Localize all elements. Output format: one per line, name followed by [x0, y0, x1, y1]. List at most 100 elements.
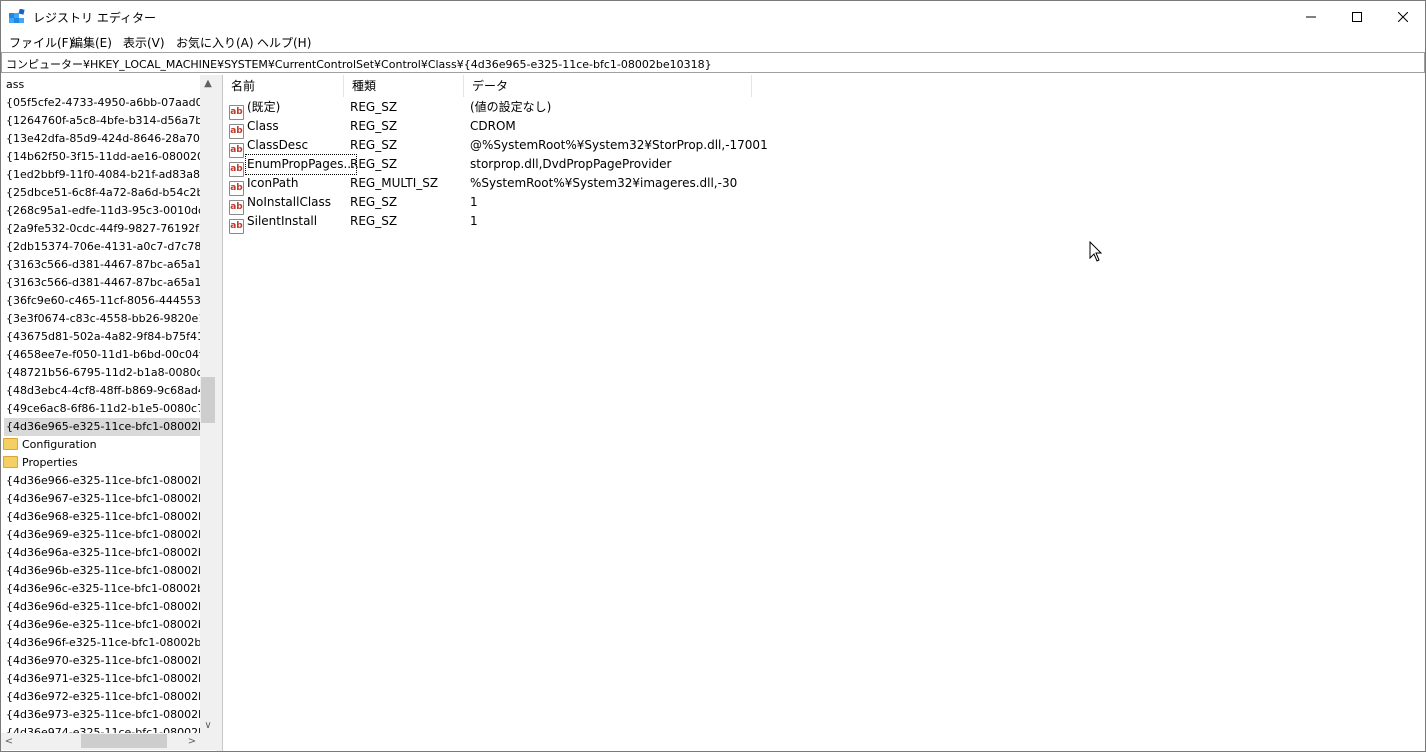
tree-item-label: {49ce6ac8-6f86-11d2-b1e5-0080c72e — [6, 402, 200, 415]
column-header-name[interactable]: 名前 — [223, 75, 344, 97]
tree-item-label: Properties — [22, 456, 78, 469]
menu-favorites[interactable]: お気に入り(A) — [176, 34, 254, 51]
value-row[interactable]: ab EnumPropPages... REG_SZ storprop.dll,Dvd… — [223, 154, 1123, 177]
value-name-cell: ab ClassDesc — [229, 136, 309, 158]
menu-view[interactable]: 表示(V) — [123, 34, 165, 51]
tree-item-key[interactable]: {49ce6ac8-6f86-11d2-b1e5-0080c72e — [1, 400, 200, 418]
column-header-data[interactable]: データ — [464, 75, 752, 97]
value-type: REG_SZ — [350, 195, 398, 209]
tree-item-key[interactable]: {48721b56-6795-11d2-b1a8-0080c72e — [1, 364, 200, 382]
address-path: コンピューター¥HKEY_LOCAL_MACHINE¥SYSTEM¥Curren… — [6, 58, 712, 71]
value-row[interactable]: ab Class REG_SZ CDROM — [223, 117, 1123, 139]
tree-item-key[interactable]: {25dbce51-6c8f-4a72-8a6d-b54c2b4f — [1, 184, 200, 202]
tree-item-key[interactable]: {4d36e974-e325-11ce-bfc1-08002be1 — [1, 724, 200, 733]
menu-help[interactable]: ヘルプ(H) — [257, 34, 311, 51]
tree-item-label: {4d36e971-e325-11ce-bfc1-08002be1 — [6, 672, 200, 685]
tree-item-key[interactable]: {4d36e96c-e325-11ce-bfc1-08002be1 — [1, 580, 200, 598]
key-tree: ass {05f5cfe2-4733-4950-a6bb-07aad01a3 {12… — [1, 75, 200, 733]
tree-item-key[interactable]: {43675d81-502a-4a82-9f84-b75f418c5 — [1, 328, 200, 346]
tree-vertical-scroll-thumb[interactable] — [201, 377, 215, 423]
tree-item-label: {4d36e972-e325-11ce-bfc1-08002be1 — [6, 690, 200, 703]
tree-item-key[interactable]: {4d36e970-e325-11ce-bfc1-08002be1 — [1, 652, 200, 670]
tree-item-key[interactable]: {4d36e973-e325-11ce-bfc1-08002be1 — [1, 706, 200, 724]
tree-item-label: {14b62f50-3f15-11dd-ae16-0800200c9 — [6, 150, 200, 163]
value-name: (既定) — [247, 100, 281, 114]
values-list-pane: 名前 種類 データ ab (既定) REG_SZ (値の設定なし) ab Class REG… — [222, 75, 1425, 751]
value-name: NoInstallClass — [247, 195, 332, 209]
tree-item-key[interactable]: {4d36e96a-e325-11ce-bfc1-08002be1 — [1, 544, 200, 562]
tree-item-label: {05f5cfe2-4733-4950-a6bb-07aad01a3 — [6, 96, 200, 109]
scroll-left-icon[interactable]: < — [1, 733, 17, 750]
column-header-type[interactable]: 種類 — [344, 75, 464, 97]
tree-item-key[interactable]: {2a9fe532-0cdc-44f9-9827-76192f2ca — [1, 220, 200, 238]
tree-item-label: ass — [6, 78, 25, 91]
maximize-icon — [1352, 11, 1362, 22]
tree-item-key[interactable]: {4d36e965-e325-11ce-bfc1-08002be1 — [1, 418, 200, 436]
tree-item-label: {4658ee7e-f050-11d1-b6bd-00c04fa3 — [6, 348, 200, 361]
tree-item-key[interactable]: {1264760f-a5c8-4bfe-b314-d56a7b44 — [1, 112, 200, 130]
tree-item-key[interactable]: {4d36e966-e325-11ce-bfc1-08002be1 — [1, 472, 200, 490]
tree-item-key[interactable]: {36fc9e60-c465-11cf-8056-444553540 — [1, 292, 200, 310]
tree-horizontal-scrollbar[interactable]: < > — [1, 733, 200, 750]
scroll-down-icon[interactable]: ∨ — [200, 717, 216, 733]
tree-item-key[interactable]: {3163c566-d381-4467-87bc-a65a18d5 — [1, 274, 200, 292]
value-name-cell: ab NoInstallClass — [229, 193, 332, 215]
tree-item-key[interactable]: {13e42dfa-85d9-424d-8646-28a70f864 — [1, 130, 200, 148]
close-button[interactable] — [1380, 1, 1426, 32]
tree-item-label: {4d36e966-e325-11ce-bfc1-08002be1 — [6, 474, 200, 487]
value-data: CDROM — [470, 119, 516, 133]
minimize-button[interactable] — [1288, 1, 1334, 32]
value-row[interactable]: ab IconPath REG_MULTI_SZ %SystemRoot%¥Syste… — [223, 174, 1123, 196]
tree-item-key[interactable]: {4d36e96d-e325-11ce-bfc1-08002be1 — [1, 598, 200, 616]
scroll-right-icon[interactable]: > — [184, 733, 200, 750]
tree-item-label: {4d36e96e-e325-11ce-bfc1-08002be1 — [6, 618, 200, 631]
tree-item-folder[interactable]: Properties — [1, 454, 200, 472]
tree-item-key[interactable]: {05f5cfe2-4733-4950-a6bb-07aad01a3 — [1, 94, 200, 112]
tree-item-label: {4d36e96f-e325-11ce-bfc1-08002be1( — [6, 636, 200, 649]
tree-item-key[interactable]: {4d36e96e-e325-11ce-bfc1-08002be1 — [1, 616, 200, 634]
tree-item-key[interactable]: {4d36e968-e325-11ce-bfc1-08002be1 — [1, 508, 200, 526]
value-type: REG_SZ — [350, 119, 398, 133]
scroll-up-icon[interactable]: ▲ — [200, 75, 216, 91]
tree-item-key[interactable]: {4d36e96b-e325-11ce-bfc1-08002be1 — [1, 562, 200, 580]
value-row[interactable]: ab SilentInstall REG_SZ 1 — [223, 212, 1123, 234]
value-row[interactable]: ab NoInstallClass REG_SZ 1 — [223, 193, 1123, 215]
value-name-cell: ab EnumPropPages... — [229, 154, 357, 177]
tree-item-key[interactable]: {4d36e969-e325-11ce-bfc1-08002be1 — [1, 526, 200, 544]
value-row[interactable]: ab (既定) REG_SZ (値の設定なし) — [223, 98, 1123, 120]
window-title: レジストリ エディター — [33, 11, 156, 25]
tree-item-key[interactable]: {4d36e971-e325-11ce-bfc1-08002be1 — [1, 670, 200, 688]
tree-item-key[interactable]: {4d36e967-e325-11ce-bfc1-08002be1 — [1, 490, 200, 508]
tree-item-key[interactable]: ass — [1, 76, 200, 94]
tree-item-key[interactable]: {1ed2bbf9-11f0-4084-b21f-ad83a8e6 — [1, 166, 200, 184]
tree-item-folder[interactable]: Configuration — [1, 436, 200, 454]
tree-item-key[interactable]: {4d36e972-e325-11ce-bfc1-08002be1 — [1, 688, 200, 706]
tree-item-key[interactable]: {268c95a1-edfe-11d3-95c3-0010dc40 — [1, 202, 200, 220]
tree-item-key[interactable]: {3163c566-d381-4467-87bc-a65a18d5 — [1, 256, 200, 274]
tree-item-key[interactable]: {14b62f50-3f15-11dd-ae16-0800200c9 — [1, 148, 200, 166]
menu-edit[interactable]: 編集(E) — [71, 34, 112, 51]
tree-horizontal-scroll-thumb[interactable] — [81, 734, 167, 748]
folder-icon — [3, 438, 18, 450]
tree-item-label: {1ed2bbf9-11f0-4084-b21f-ad83a8e6 — [6, 168, 200, 181]
mouse-cursor-icon — [1089, 240, 1103, 266]
tree-item-key[interactable]: {4d36e96f-e325-11ce-bfc1-08002be1( — [1, 634, 200, 652]
tree-vertical-scrollbar[interactable]: ▲ ∨ — [200, 75, 216, 733]
tree-item-key[interactable]: {48d3ebc4-4cf8-48ff-b869-9c68ad42e — [1, 382, 200, 400]
menu-file[interactable]: ファイル(F) — [9, 34, 73, 51]
key-tree-pane: ass {05f5cfe2-4733-4950-a6bb-07aad01a3 {12… — [1, 75, 216, 751]
value-row[interactable]: ab ClassDesc REG_SZ @%SystemRoot%¥System32¥… — [223, 136, 1123, 158]
tree-item-label: {268c95a1-edfe-11d3-95c3-0010dc40 — [6, 204, 200, 217]
registry-editor-app-icon — [9, 8, 25, 25]
maximize-button[interactable] — [1334, 1, 1380, 32]
tree-item-key[interactable]: {3e3f0674-c83c-4558-bb26-9820e1eb — [1, 310, 200, 328]
tree-item-label: {3e3f0674-c83c-4558-bb26-9820e1eb — [6, 312, 200, 325]
value-data: (値の設定なし) — [470, 100, 552, 114]
tree-item-key[interactable]: {2db15374-706e-4131-a0c7-d7c78eb0 — [1, 238, 200, 256]
address-bar[interactable]: コンピューター¥HKEY_LOCAL_MACHINE¥SYSTEM¥Curren… — [1, 52, 1425, 73]
value-data: 1 — [470, 195, 478, 209]
tree-item-label: Configuration — [22, 438, 97, 451]
tree-item-label: {4d36e969-e325-11ce-bfc1-08002be1 — [6, 528, 200, 541]
tree-item-key[interactable]: {4658ee7e-f050-11d1-b6bd-00c04fa3 — [1, 346, 200, 364]
tree-item-label: {4d36e96c-e325-11ce-bfc1-08002be1 — [6, 582, 200, 595]
